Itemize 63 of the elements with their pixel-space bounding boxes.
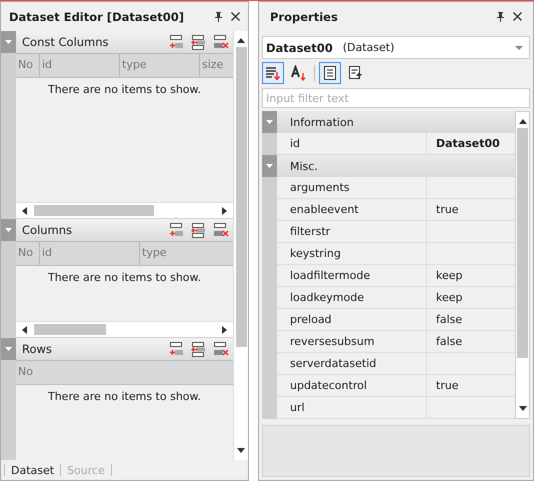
add-row-icon[interactable] — [169, 342, 185, 356]
category-header[interactable]: Information — [277, 116, 354, 128]
category-header[interactable]: Misc. — [277, 160, 318, 172]
horizontal-scrollbar[interactable] — [16, 202, 233, 218]
property-name[interactable]: url — [277, 397, 427, 418]
property-value[interactable]: false — [427, 335, 515, 348]
delete-row-icon[interactable] — [213, 222, 229, 238]
property-value[interactable]: true — [427, 379, 515, 392]
close-icon[interactable] — [513, 12, 522, 21]
vertical-scrollbar[interactable] — [233, 31, 248, 460]
horizontal-scrollbar[interactable] — [16, 321, 233, 337]
property-name[interactable]: updatecontrol — [277, 375, 427, 396]
scroll-down-icon[interactable] — [237, 448, 245, 453]
scroll-left-icon[interactable] — [22, 206, 27, 214]
insert-row-icon[interactable] — [191, 222, 207, 238]
property-name[interactable]: keystring — [277, 243, 427, 264]
property-name[interactable]: reversesubsum — [277, 331, 427, 352]
insert-row-icon[interactable] — [191, 34, 207, 50]
scroll-down-icon[interactable] — [518, 406, 526, 411]
scroll-right-icon[interactable] — [222, 326, 227, 334]
property-name[interactable]: enableevent — [277, 199, 427, 220]
caret-icon[interactable] — [5, 228, 12, 232]
property-name[interactable]: filterstr — [277, 221, 427, 242]
empty-message: There are no items to show. — [48, 390, 202, 403]
property-value[interactable]: keep — [427, 291, 515, 304]
empty-message: There are no items to show. — [48, 83, 202, 96]
property-name[interactable]: id — [277, 133, 427, 154]
panel-title: Properties — [270, 10, 339, 24]
property-name[interactable]: serverdatasetid — [277, 353, 427, 374]
property-value[interactable]: keep — [427, 269, 515, 282]
caret-icon[interactable] — [266, 164, 273, 168]
section-title: Const Columns — [22, 35, 110, 49]
scroll-up-icon[interactable] — [518, 119, 526, 124]
pin-icon[interactable] — [214, 12, 223, 22]
caret-icon[interactable] — [5, 347, 12, 351]
delete-row-icon[interactable] — [213, 34, 229, 50]
caret-icon[interactable] — [266, 120, 273, 124]
section-title: Rows — [22, 342, 53, 356]
property-name[interactable]: loadkeymode — [277, 287, 427, 308]
property-name[interactable]: preload — [277, 309, 427, 330]
property-name[interactable]: loadfiltermode — [277, 265, 427, 286]
caret-icon[interactable] — [5, 40, 12, 44]
object-dropdown[interactable]: Dataset00 (Dataset) — [262, 36, 530, 59]
add-row-icon[interactable] — [169, 222, 185, 238]
panel-title: Dataset Editor [Dataset00] — [9, 10, 186, 24]
scroll-right-icon[interactable] — [222, 206, 227, 214]
section-title: Columns — [22, 223, 74, 237]
empty-message: There are no items to show. — [48, 271, 202, 284]
close-icon[interactable] — [231, 12, 240, 21]
property-name[interactable]: arguments — [277, 177, 427, 198]
property-value[interactable]: true — [427, 203, 515, 216]
pin-icon[interactable] — [496, 12, 505, 22]
dropdown-caret-icon[interactable] — [515, 46, 523, 50]
vertical-scrollbar[interactable] — [515, 111, 530, 419]
tab[interactable]: Dataset — [11, 464, 54, 476]
filter-input[interactable]: Input filter text — [262, 88, 530, 108]
scroll-up-icon[interactable] — [237, 38, 245, 43]
add-row-icon[interactable] — [169, 34, 185, 50]
scroll-left-icon[interactable] — [22, 326, 27, 334]
property-value[interactable]: false — [427, 313, 515, 326]
property-value[interactable]: Dataset00 — [427, 137, 515, 150]
delete-row-icon[interactable] — [213, 342, 229, 356]
insert-row-icon[interactable] — [191, 342, 207, 356]
